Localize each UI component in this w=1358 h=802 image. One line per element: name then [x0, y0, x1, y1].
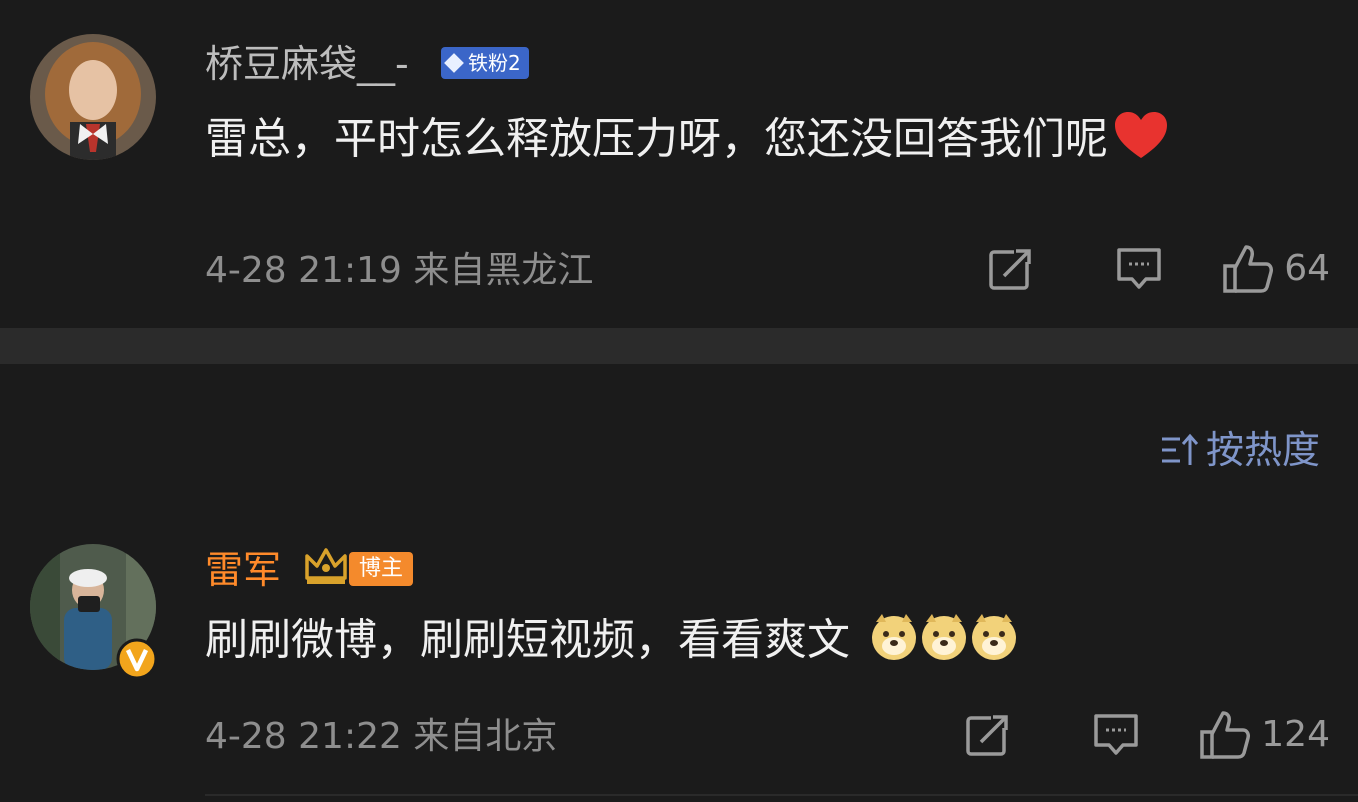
- verified-v-icon: [116, 638, 158, 680]
- username[interactable]: 雷军: [205, 548, 281, 592]
- share-button[interactable]: [965, 712, 1011, 758]
- timestamp: 4-28 21:19: [205, 250, 402, 291]
- divider-line: [205, 794, 1358, 796]
- comment-item: 桥豆麻袋__- 铁粉2 雷总，平时怎么释放压力呀，您还没回答我们呢 4-28 2…: [0, 0, 1358, 328]
- timestamp: 4-28 21:22: [205, 716, 402, 757]
- sort-label: 按热度: [1205, 428, 1320, 472]
- badge-label: 铁粉2: [468, 51, 521, 75]
- thumbs-up-icon: [1223, 245, 1274, 293]
- like-button[interactable]: 124: [1199, 710, 1330, 760]
- fan-level-badge[interactable]: 铁粉2: [441, 47, 529, 79]
- doge-face-icon: [870, 612, 1020, 674]
- avatar[interactable]: [30, 34, 156, 160]
- share-button[interactable]: [988, 246, 1034, 292]
- like-count: 124: [1261, 714, 1330, 755]
- comment-button[interactable]: [1116, 246, 1162, 292]
- location: 来自黑龙江: [413, 250, 594, 291]
- comment-item: 雷军 博主 刷刷微博，刷刷短视频，看看爽文 4-28 21:22 来自北京 12…: [0, 520, 1358, 802]
- section-divider: [0, 328, 1358, 364]
- comment-meta: 4-28 21:19 来自黑龙江: [205, 250, 593, 292]
- red-heart-icon: [1114, 112, 1168, 172]
- diamond-icon: [444, 53, 464, 73]
- like-button[interactable]: 64: [1222, 244, 1330, 294]
- comment-actions: 64: [988, 244, 1330, 294]
- sort-icon: [1161, 433, 1198, 465]
- blogger-badge[interactable]: 博主: [349, 552, 414, 586]
- like-count: 64: [1284, 248, 1330, 289]
- comment-icon: [1117, 248, 1161, 289]
- sort-by-heat-button[interactable]: 按热度: [1160, 428, 1320, 472]
- username[interactable]: 桥豆麻袋__-: [205, 42, 409, 86]
- share-icon: [989, 248, 1033, 290]
- comment-text: 雷总，平时怎么释放压力呀，您还没回答我们呢: [205, 112, 1168, 172]
- comment-text: 刷刷微博，刷刷短视频，看看爽文: [205, 612, 1020, 674]
- comment-button[interactable]: [1093, 712, 1139, 758]
- location: 来自北京: [413, 716, 558, 757]
- thumbs-up-icon: [1200, 711, 1251, 759]
- share-icon: [966, 714, 1010, 756]
- comment-actions: 124: [965, 710, 1330, 760]
- comment-icon: [1094, 714, 1139, 755]
- crown-icon: [305, 548, 347, 584]
- comment-meta: 4-28 21:22 来自北京: [205, 716, 557, 758]
